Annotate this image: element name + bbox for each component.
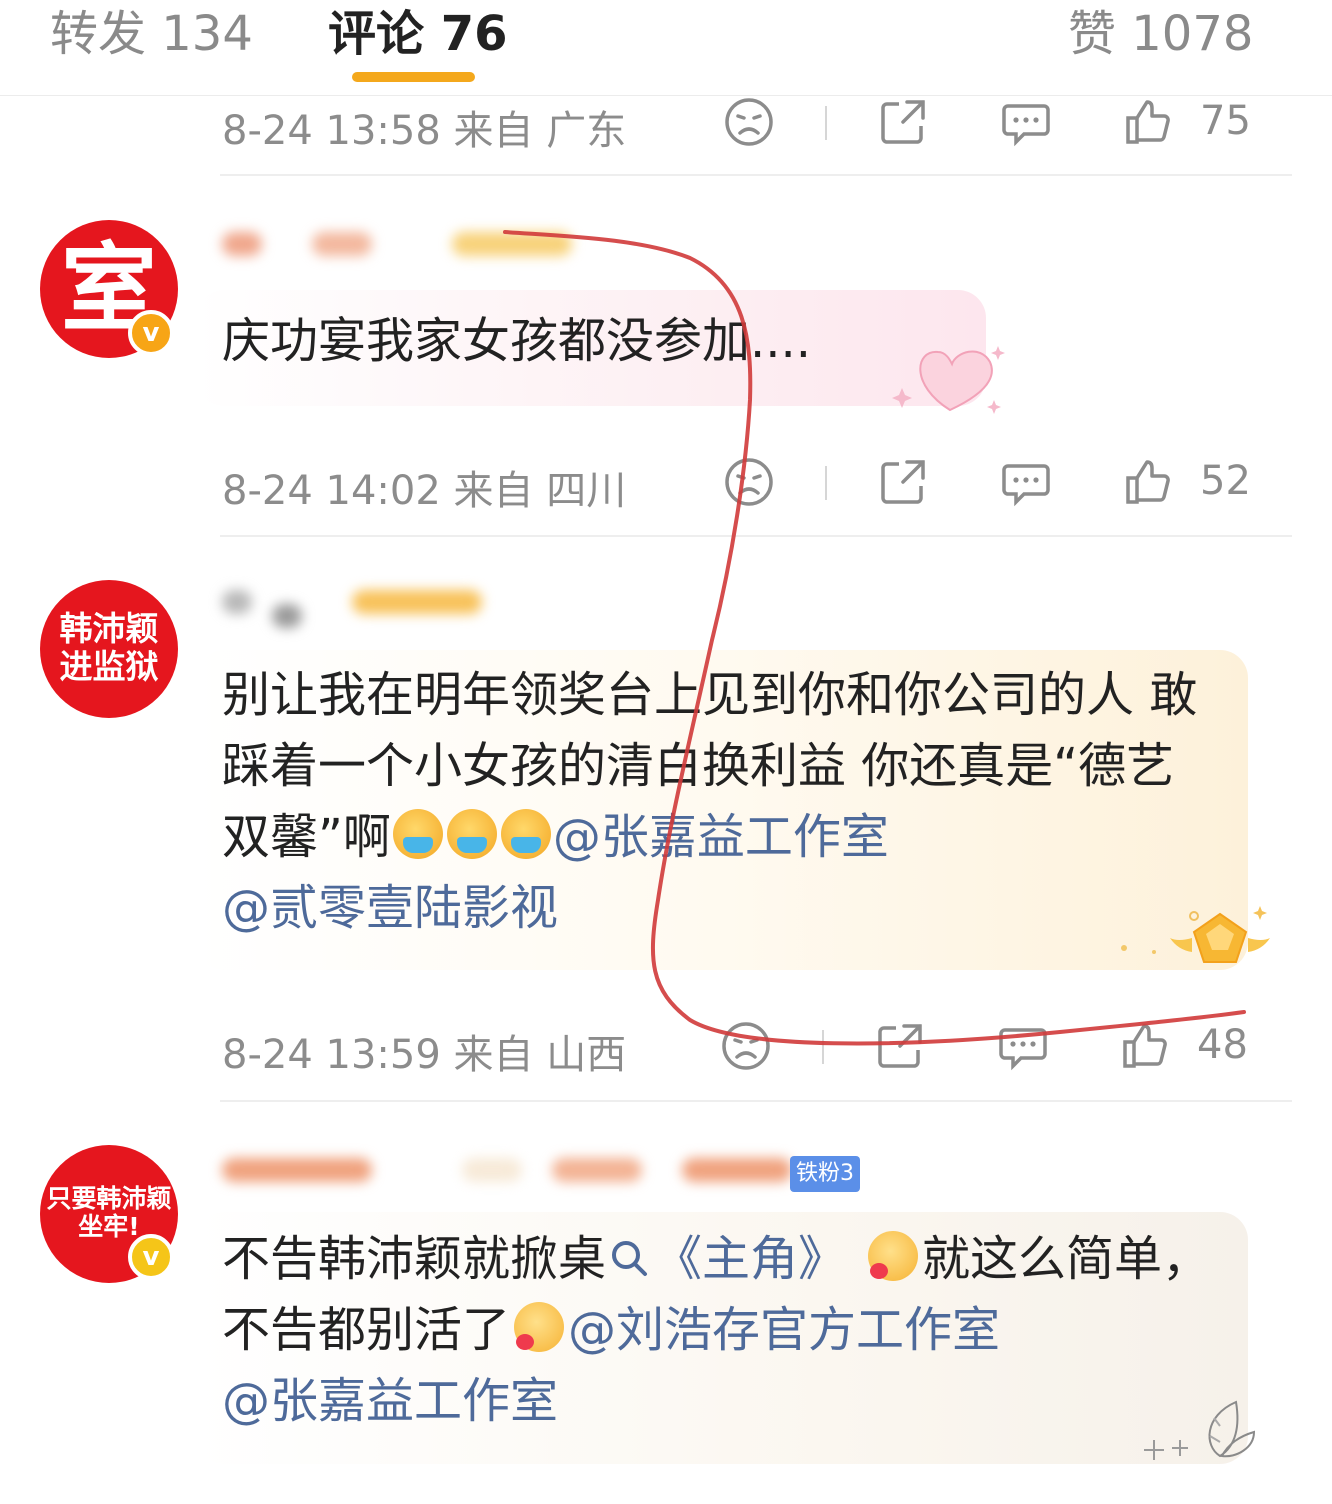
verified-badge-icon: v [128,1234,174,1280]
comment-divider [220,1100,1292,1102]
meta-separator [825,466,827,500]
comment-divider [220,174,1292,176]
share-icon[interactable] [874,1020,926,1072]
emoji-icon [514,1302,565,1352]
comment-meta-row: 8-24 13:58 来自 广东 75 [0,92,1332,154]
avatar-text: 只要韩沛颖 坐牢! [46,1184,172,1241]
username-blurred[interactable] [222,1152,802,1192]
search-link[interactable]: 《主角》 [606,1231,846,1287]
tab-likes[interactable]: 赞 1078 [1068,0,1253,64]
sad-face-icon[interactable] [723,96,775,148]
tab-comments[interactable]: 评论 76 [328,0,508,64]
comment-time-location: 8-24 13:58 来自 广东 [222,108,627,154]
like-count: 75 [1200,98,1251,144]
avatar[interactable]: 韩沛颖 进监狱 [40,580,178,718]
thumbs-up-icon[interactable] [1119,1020,1171,1072]
tab-repost[interactable]: 转发 134 [50,0,253,64]
mention-link[interactable]: @贰零壹陆影视 [222,880,558,936]
comment-icon[interactable] [1000,456,1052,508]
comment-text: 庆功宴我家女孩都没参加.... [222,313,812,369]
avatar-text: 韩沛颖 进监狱 [59,609,159,686]
like-count: 52 [1200,458,1251,504]
sad-face-icon[interactable] [723,456,775,508]
mention-link[interactable]: @张嘉益工作室 [222,1373,558,1429]
active-tab-indicator [352,72,475,82]
comment-time-location: 8-24 13:59 来自 山西 [222,1032,627,1078]
comment-tabs: 转发 134 评论 76 赞 1078 [0,0,1332,96]
comment-text: 不告韩沛颖就掀桌 《主角》 就这么简单，不告都别活了 @刘浩存官方工作室 @张嘉益工作室 [222,1231,1211,1429]
fan-level-badge: 铁粉3 [790,1156,860,1192]
comment-time-location: 8-24 14:02 来自 四川 [222,468,627,514]
meta-separator [825,106,827,140]
comment-divider [220,535,1292,537]
comment-meta-row: 8-24 13:59 来自 山西 48 [0,1016,1332,1078]
comment-icon[interactable] [1000,96,1052,148]
comment-icon[interactable] [997,1020,1049,1072]
search-icon [612,1241,648,1276]
share-icon[interactable] [877,96,929,148]
like-count: 48 [1197,1022,1248,1068]
sad-face-icon[interactable] [720,1020,772,1072]
crying-emoji-icon [392,809,443,859]
heart-decoration-icon [892,346,1005,414]
share-icon[interactable] [877,456,929,508]
thumbs-up-icon[interactable] [1122,456,1174,508]
thumbs-up-icon[interactable] [1122,96,1174,148]
username-blurred[interactable] [222,226,582,266]
emoji-icon [868,1231,919,1281]
meta-separator [822,1030,824,1064]
crying-emoji-icon [446,809,497,859]
comment-text: 别让我在明年领奖台上见到你和你公司的人 敢踩着一个小女孩的清白换利益 你还真是“… [222,667,1198,936]
mention-link[interactable]: @张嘉益工作室 [553,809,889,865]
mention-link[interactable]: @刘浩存官方工作室 [568,1302,1000,1358]
verified-badge-icon: v [128,310,174,356]
comment-meta-row: 8-24 14:02 来自 四川 52 [0,452,1332,514]
crying-emoji-icon [500,809,551,859]
username-blurred[interactable] [222,584,502,628]
